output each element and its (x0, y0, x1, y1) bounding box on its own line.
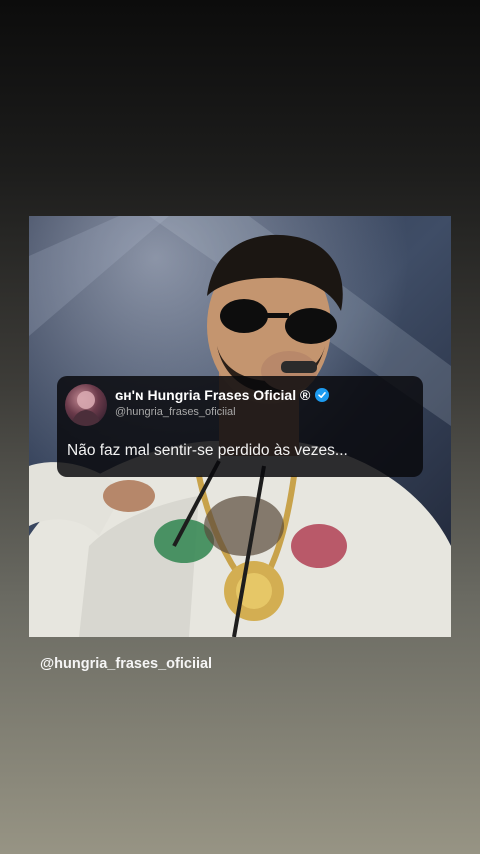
post-card[interactable]: ɢʜ'ɴ Hungria Frases Oficial ® @hungria_f… (57, 376, 423, 477)
user-handle[interactable]: @hungria_frases_oficiial (115, 406, 236, 418)
mention-sticker[interactable]: @hungria_frases_oficiial (40, 656, 212, 672)
card-header: ɢʜ'ɴ Hungria Frases Oficial ® (115, 387, 330, 403)
verified-badge-icon (315, 388, 330, 402)
display-name[interactable]: ɢʜ'ɴ Hungria Frases Oficial ® (115, 387, 310, 403)
post-text: Não faz mal sentir-se perdido às vezes..… (67, 442, 348, 459)
avatar[interactable] (65, 384, 107, 426)
